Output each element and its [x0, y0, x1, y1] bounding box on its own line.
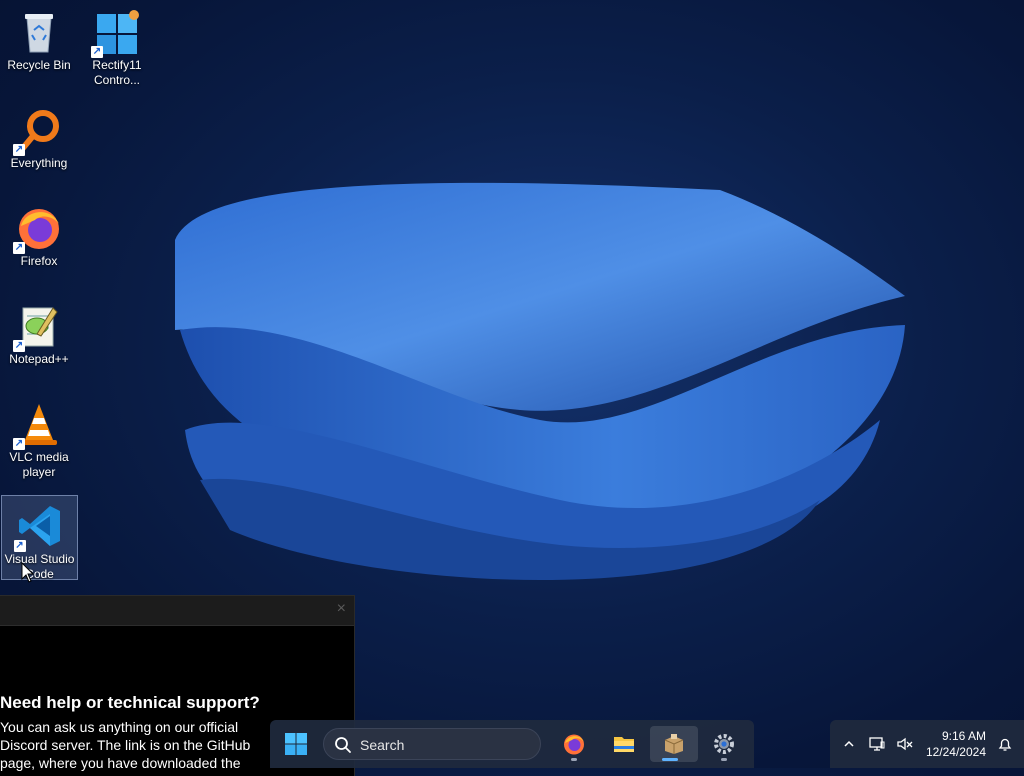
taskbar-app-settings[interactable] [704, 726, 744, 762]
desktop-icon-label: Visual Studio Code [4, 552, 75, 581]
clock-time: 9:16 AM [941, 729, 986, 743]
clock[interactable]: 9:16 AM 12/24/2024 [922, 728, 986, 760]
close-icon[interactable]: × [337, 601, 346, 617]
mouse-cursor-icon [21, 562, 35, 583]
desktop-icon-label: Notepad++ [9, 352, 69, 366]
firefox-icon [564, 734, 584, 755]
shortcut-arrow-icon: ↗ [13, 144, 25, 156]
desktop-icon-notepadpp[interactable]: ↗ Notepad++ [0, 296, 78, 367]
chevron-up-icon[interactable] [840, 735, 858, 753]
rectify11-control-panel-icon: ↗ [91, 8, 141, 58]
popup-body-text: You can ask us anything on our official … [0, 719, 251, 771]
vlc-icon: ↗ [13, 400, 63, 450]
taskbar-app-firefox[interactable] [554, 726, 594, 762]
firefox-icon: ↗ [13, 204, 63, 254]
desktop-icon-vscode[interactable]: ↗ Visual Studio Code [1, 495, 78, 581]
desktop-icon-label: Recycle Bin [7, 58, 71, 72]
active-indicator [662, 758, 678, 761]
popup-titlebar[interactable]: × [0, 596, 354, 626]
clock-date: 12/24/2024 [925, 745, 986, 759]
network-icon[interactable] [868, 735, 886, 753]
taskbar-app-file-explorer[interactable] [604, 726, 644, 762]
windows-start-icon[interactable] [284, 732, 308, 756]
system-tray: 9:16 AM 12/24/2024 [830, 720, 1024, 768]
desktop-icon-label: Firefox [20, 254, 58, 268]
popup-heading: Need help or technical support? [0, 693, 260, 712]
desktop-icon-label: Rectify11 Contro... [92, 58, 142, 87]
recycle-bin-icon [15, 8, 63, 56]
notification-bell-icon[interactable] [996, 735, 1014, 753]
desktop-icon-recycle-bin[interactable]: Recycle Bin [0, 2, 78, 73]
desktop-icon-everything[interactable]: ↗ Everything [0, 100, 78, 171]
desktop-icon-firefox[interactable]: ↗ Firefox [0, 198, 78, 269]
running-indicator [571, 758, 577, 761]
shortcut-arrow-icon: ↗ [13, 438, 25, 450]
shortcut-arrow-icon: ↗ [13, 242, 25, 254]
search-icon [335, 737, 351, 753]
taskbar: Search [270, 720, 754, 768]
folder-icon [614, 737, 634, 752]
notepad-plus-plus-icon: ↗ [13, 302, 63, 352]
desktop-icon-label: VLC media player [9, 450, 69, 479]
desktop-icon-label: Everything [10, 156, 68, 170]
everything-search-icon: ↗ [13, 106, 63, 156]
taskbar-search-box[interactable]: Search [323, 728, 541, 760]
desktop-icon-vlc[interactable]: ↗ VLC media player [0, 394, 78, 480]
package-icon [664, 734, 684, 754]
taskbar-app-active[interactable] [650, 726, 698, 762]
desktop-icon-rectify11[interactable]: ↗ Rectify11 Contro... [78, 2, 156, 88]
shortcut-arrow-icon: ↗ [13, 540, 26, 552]
search-placeholder: Search [360, 737, 405, 753]
vscode-icon: ↗ [13, 502, 64, 552]
shortcut-arrow-icon: ↗ [13, 340, 25, 352]
running-indicator [721, 758, 727, 761]
shortcut-arrow-icon: ↗ [91, 46, 103, 58]
volume-muted-icon[interactable] [896, 735, 914, 753]
gear-icon [714, 734, 734, 754]
